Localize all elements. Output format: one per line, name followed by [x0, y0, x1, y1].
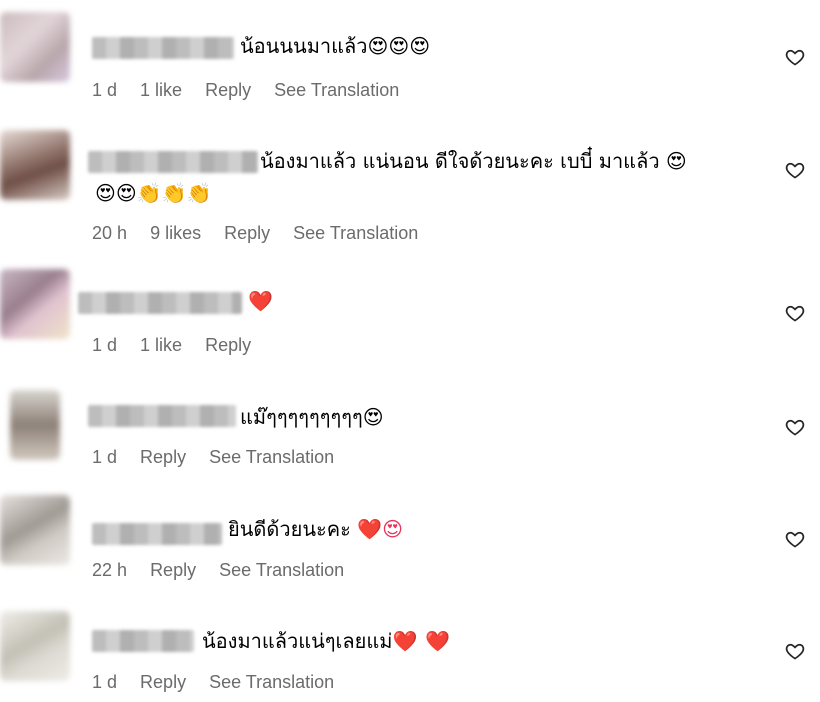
- comment-emoji: ❤️: [248, 289, 273, 313]
- comment-text: ❤️: [248, 287, 273, 315]
- avatar[interactable]: [0, 495, 70, 565]
- comment-meta: 1 d Reply See Translation: [92, 447, 352, 468]
- comment-item: แม๊ๆๆๆๆๆๆๆๆๆ😍 1 d Reply See Translation: [0, 375, 820, 487]
- reply-button[interactable]: Reply: [140, 447, 186, 467]
- username-blurred[interactable]: [88, 151, 258, 173]
- comment-text: ยินดีด้วยนะคะ ❤️😍: [228, 515, 403, 543]
- username-blurred[interactable]: [92, 37, 234, 59]
- comment-likes[interactable]: 9 likes: [150, 223, 201, 243]
- avatar[interactable]: [10, 390, 60, 460]
- heart-outline-icon[interactable]: [785, 641, 805, 661]
- see-translation-link[interactable]: See Translation: [209, 447, 334, 467]
- username-blurred[interactable]: [92, 630, 194, 652]
- comment-body: ยินดีด้วยนะคะ: [228, 517, 351, 541]
- comment-item: น้อนนนมาแล้ว😍😍😍 1 d 1 like Reply See Tra…: [0, 0, 820, 115]
- see-translation-link[interactable]: See Translation: [293, 223, 418, 243]
- reply-button[interactable]: Reply: [205, 80, 251, 100]
- comment-body: น้องมาแล้วแน่ๆเลยแม่: [202, 629, 393, 653]
- comment-item: น้องมาแล้วแน่ๆเลยแม่❤️❤️ 1 d Reply See T…: [0, 599, 820, 702]
- comment-meta: 22 h Reply See Translation: [92, 560, 362, 581]
- comment-body: น้องมาแล้ว แน่นอน ดีใจด้วยนะคะ เบบี๋ มาแ…: [260, 149, 660, 173]
- comment-item: น้องมาแล้ว แน่นอน ดีใจด้วยนะคะ เบบี๋ มาแ…: [0, 115, 820, 255]
- reply-button[interactable]: Reply: [205, 335, 251, 355]
- comment-meta: 20 h 9 likes Reply See Translation: [92, 223, 436, 244]
- see-translation-link[interactable]: See Translation: [209, 672, 334, 692]
- comment-meta: 1 d 1 like Reply See Translation: [92, 80, 417, 101]
- comment-text: แม๊ๆๆๆๆๆๆๆๆๆ😍: [240, 403, 384, 431]
- heart-outline-icon[interactable]: [785, 303, 805, 323]
- comment-item: ยินดีด้วยนะคะ ❤️😍 22 h Reply See Transla…: [0, 487, 820, 599]
- comment-body: แม๊ๆๆๆๆๆๆๆๆๆ: [240, 405, 363, 429]
- username-blurred[interactable]: [88, 405, 236, 427]
- comment-emoji: ❤️❤️: [392, 629, 459, 653]
- see-translation-link[interactable]: See Translation: [219, 560, 344, 580]
- comment-time: 1 d: [92, 672, 118, 692]
- avatar[interactable]: [0, 130, 70, 200]
- heart-outline-icon[interactable]: [785, 529, 805, 549]
- username-blurred[interactable]: [78, 292, 242, 314]
- avatar[interactable]: [0, 12, 70, 82]
- comment-text: น้อนนนมาแล้ว😍😍😍: [240, 32, 430, 60]
- comment-text-line2: 😍😍👏👏👏: [95, 179, 211, 207]
- heart-outline-icon[interactable]: [785, 417, 805, 437]
- reply-button[interactable]: Reply: [140, 672, 186, 692]
- heart-outline-icon[interactable]: [785, 160, 805, 180]
- comment-time: 20 h: [92, 223, 128, 243]
- avatar[interactable]: [0, 611, 70, 681]
- comment-time: 22 h: [92, 560, 128, 580]
- comment-time: 1 d: [92, 80, 118, 100]
- comment-emoji: 😍: [665, 149, 687, 173]
- comment-text: น้องมาแล้วแน่ๆเลยแม่❤️❤️: [202, 627, 458, 655]
- comment-time: 1 d: [92, 447, 118, 467]
- see-translation-link[interactable]: See Translation: [274, 80, 399, 100]
- comment-likes[interactable]: 1 like: [140, 80, 182, 100]
- username-blurred[interactable]: [92, 523, 222, 545]
- comment-meta: 1 d 1 like Reply: [92, 335, 269, 356]
- comment-likes[interactable]: 1 like: [140, 335, 182, 355]
- comment-emoji: 😍😍👏👏👏: [95, 181, 212, 205]
- comment-item: ❤️ 1 d 1 like Reply: [0, 255, 820, 375]
- comment-text: น้องมาแล้ว แน่นอน ดีใจด้วยนะคะ เบบี๋ มาแ…: [260, 147, 687, 175]
- comment-meta: 1 d Reply See Translation: [92, 672, 352, 693]
- comment-time: 1 d: [92, 335, 118, 355]
- comment-emoji: 😍😍😍: [367, 34, 431, 58]
- heart-outline-icon[interactable]: [785, 47, 805, 67]
- comment-emoji: 😍: [362, 405, 384, 429]
- reply-button[interactable]: Reply: [150, 560, 196, 580]
- reply-button[interactable]: Reply: [224, 223, 270, 243]
- comment-emoji: ❤️😍: [357, 517, 403, 541]
- avatar[interactable]: [0, 269, 70, 339]
- comment-body: น้อนนนมาแล้ว: [240, 34, 368, 58]
